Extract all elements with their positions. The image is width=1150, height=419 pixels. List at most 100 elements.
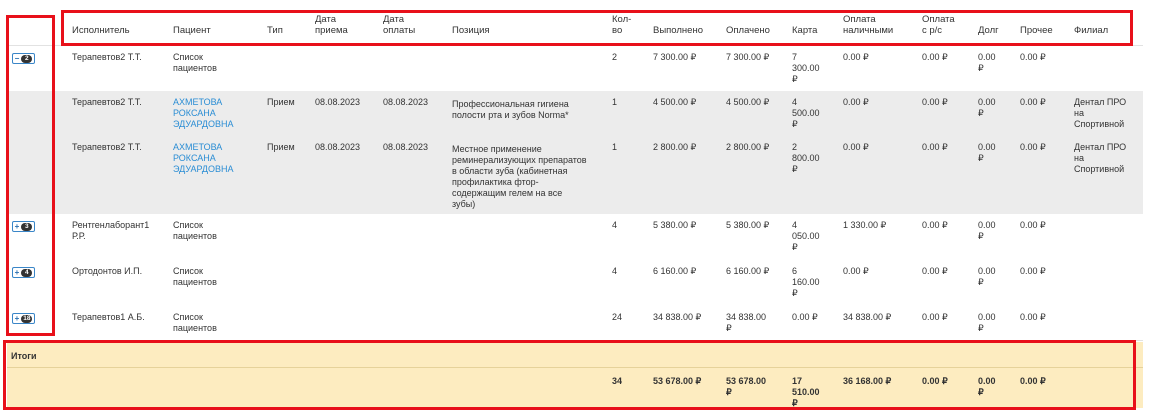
cell-date-visit: 08.08.2023 [315, 142, 361, 152]
column-header-other[interactable]: Прочее [1020, 25, 1053, 36]
cell-qty: 24 [612, 312, 623, 322]
cell-bank: 0.00 ₽ [922, 266, 948, 276]
cell-patient: Список пациентов [173, 266, 217, 287]
cell-debt: 0.00 ₽ [978, 52, 996, 73]
totals-divider [7, 367, 1143, 368]
cell-debt: 0.00 ₽ [978, 312, 996, 333]
column-header-debt[interactable]: Долг [978, 25, 999, 36]
column-header-qty[interactable]: Кол-во [612, 14, 631, 36]
total-debt: 0.00 ₽ [978, 376, 996, 397]
cell-card: 7 300.00 ₽ [792, 52, 820, 84]
totals-label: Итоги [11, 351, 37, 361]
cell-done: 6 160.00 ₽ [653, 266, 697, 276]
cell-card: 4 050.00 ₽ [792, 220, 820, 252]
row-divider [7, 340, 1143, 341]
total-done: 53 678.00 ₽ [653, 376, 702, 386]
cell-paid: 4 500.00 ₽ [726, 97, 770, 107]
cell-cash: 0.00 ₽ [843, 266, 869, 276]
expand-toggle-button[interactable]: +3 [12, 221, 35, 232]
cell-paid: 34 838.00 ₽ [726, 312, 767, 333]
cell-patient[interactable]: АХМЕТОВА РОКСАНА ЭДУАРДОВНА [173, 142, 234, 175]
cell-other: 0.00 ₽ [1020, 220, 1046, 230]
cell-performer: Терапевтов2 Т.Т. [72, 52, 142, 62]
cell-type: Прием [267, 97, 295, 107]
child-count-badge: 2 [21, 54, 33, 63]
total-qty: 34 [612, 376, 623, 386]
cell-patient: Список пациентов [173, 312, 217, 333]
cell-date-pay: 08.08.2023 [383, 97, 429, 107]
column-header-type[interactable]: Тип [267, 25, 283, 36]
cell-other: 0.00 ₽ [1020, 142, 1046, 152]
expand-toggle-button[interactable]: +4 [12, 267, 35, 278]
child-count-badge: 18 [21, 314, 33, 323]
cell-other: 0.00 ₽ [1020, 52, 1046, 62]
cell-cash: 34 838.00 ₽ [843, 312, 892, 322]
column-header-position[interactable]: Позиция [452, 25, 490, 36]
column-header-paid[interactable]: Оплачено [726, 25, 770, 36]
cell-cash: 0.00 ₽ [843, 52, 869, 62]
child-count-badge: 3 [21, 222, 33, 231]
cell-done: 7 300.00 ₽ [653, 52, 697, 62]
cell-position: Местное применение реминерализующих препа… [452, 144, 587, 209]
cell-bank: 0.00 ₽ [922, 97, 948, 107]
column-header-bank[interactable]: Оплата с р/с [922, 14, 955, 36]
cell-cash: 1 330.00 ₽ [843, 220, 887, 230]
child-count-badge: 4 [21, 268, 33, 277]
cell-performer: Ортодонтов И.П. [72, 266, 143, 276]
cell-performer: Терапевтов2 Т.Т. [72, 142, 142, 152]
cell-done: 5 380.00 ₽ [653, 220, 697, 230]
header-highlight-box [61, 10, 1133, 46]
cell-paid: 7 300.00 ₽ [726, 52, 770, 62]
cell-done: 2 800.00 ₽ [653, 142, 697, 152]
collapse-icon: − [14, 53, 20, 63]
cell-qty: 1 [612, 142, 618, 152]
cell-performer: Рентгенлаборант1 Р.Р. [72, 220, 150, 241]
cell-cash: 0.00 ₽ [843, 97, 869, 107]
cell-paid: 6 160.00 ₽ [726, 266, 770, 276]
cell-cash: 0.00 ₽ [843, 142, 869, 152]
column-header-performer[interactable]: Исполнитель [72, 25, 130, 36]
cell-performer: Терапевтов1 А.Б. [72, 312, 145, 322]
cell-other: 0.00 ₽ [1020, 266, 1046, 276]
cell-done: 4 500.00 ₽ [653, 97, 697, 107]
column-header-branch[interactable]: Филиал [1074, 25, 1108, 36]
cell-bank: 0.00 ₽ [922, 52, 948, 62]
total-bank: 0.00 ₽ [922, 376, 948, 386]
column-header-cash[interactable]: Оплата наличными [843, 14, 893, 36]
cell-other: 0.00 ₽ [1020, 97, 1046, 107]
cell-qty: 2 [612, 52, 618, 62]
cell-paid: 5 380.00 ₽ [726, 220, 770, 230]
cell-bank: 0.00 ₽ [922, 220, 948, 230]
cell-qty: 4 [612, 220, 618, 230]
totals-header-row [7, 342, 1143, 367]
cell-debt: 0.00 ₽ [978, 266, 996, 287]
cell-patient: Список пациентов [173, 220, 217, 241]
cell-patient: Список пациентов [173, 52, 217, 73]
cell-date-pay: 08.08.2023 [383, 142, 429, 152]
cell-debt: 0.00 ₽ [978, 142, 996, 163]
cell-card: 6 160.00 ₽ [792, 266, 820, 298]
cell-debt: 0.00 ₽ [978, 220, 996, 241]
expand-toggle-button[interactable]: +18 [12, 313, 35, 324]
expand-icon: + [14, 267, 20, 277]
cell-paid: 2 800.00 ₽ [726, 142, 770, 152]
cell-card: 4 500.00 ₽ [792, 97, 820, 129]
cell-debt: 0.00 ₽ [978, 97, 996, 118]
column-header-card[interactable]: Карта [792, 25, 817, 36]
column-header-date-pay[interactable]: Дата оплаты [383, 14, 415, 36]
cell-card: 2 800.00 ₽ [792, 142, 820, 174]
total-paid: 53 678.00 ₽ [726, 376, 767, 397]
total-card: 17 510.00 ₽ [792, 376, 820, 408]
cell-qty: 1 [612, 97, 618, 107]
expand-toggle-button[interactable]: −2 [12, 53, 35, 64]
column-header-patient[interactable]: Пациент [173, 25, 211, 36]
column-header-done[interactable]: Выполнено [653, 25, 703, 36]
cell-patient[interactable]: АХМЕТОВА РОКСАНА ЭДУАРДОВНА [173, 97, 234, 130]
expand-icon: + [14, 313, 20, 323]
cell-done: 34 838.00 ₽ [653, 312, 702, 322]
column-header-date-visit[interactable]: Дата приема [315, 14, 348, 36]
cell-date-visit: 08.08.2023 [315, 97, 361, 107]
cell-type: Прием [267, 142, 295, 152]
cell-branch: Дентал ПРО на Спортивной [1074, 97, 1127, 129]
cell-bank: 0.00 ₽ [922, 142, 948, 152]
